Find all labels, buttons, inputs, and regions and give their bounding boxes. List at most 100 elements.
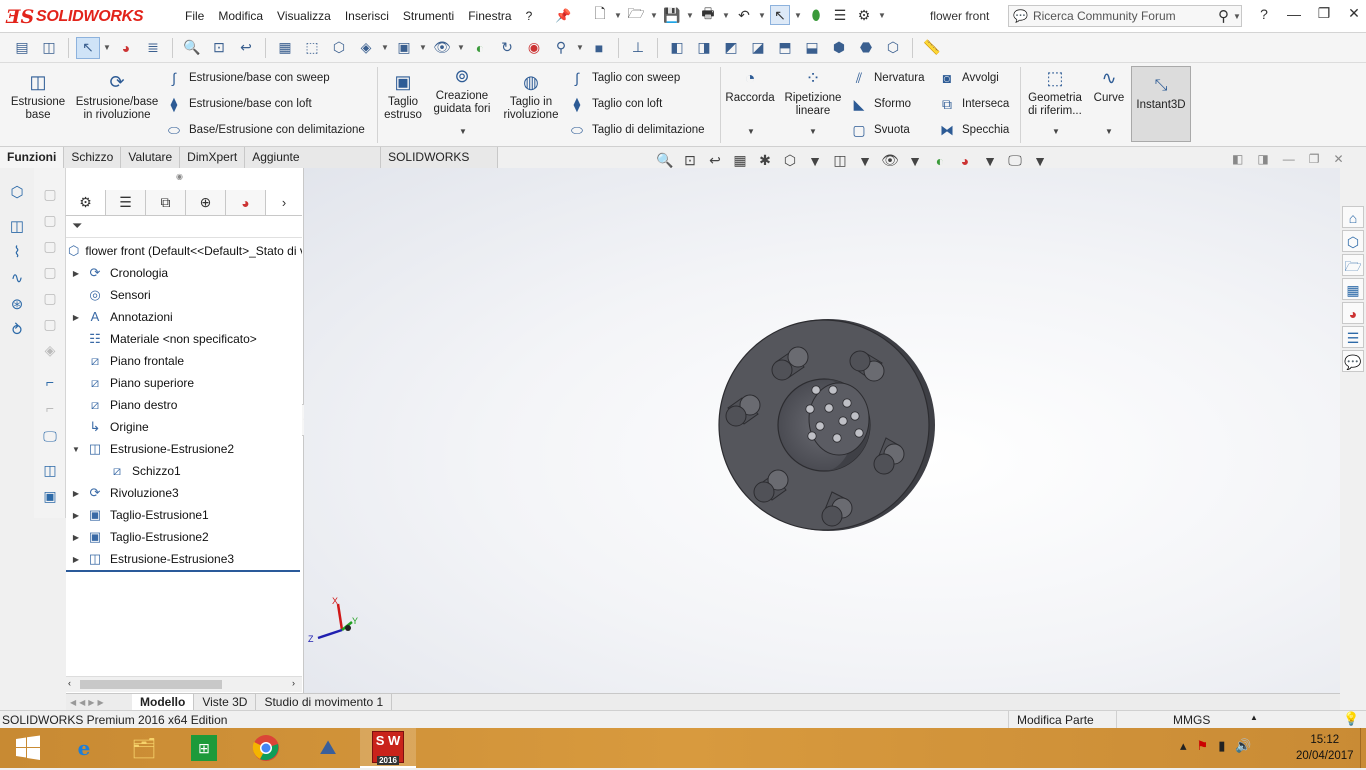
internet-explorer-icon[interactable]: e xyxy=(56,728,112,768)
sketch-toolbar-icon[interactable]: ⬡ xyxy=(6,182,28,204)
search-icon[interactable]: ⚲ xyxy=(1218,7,1229,25)
chrome-icon[interactable] xyxy=(238,728,294,768)
view-bottom-icon[interactable]: ⬓ xyxy=(800,37,824,59)
model-view[interactable] xyxy=(304,168,1340,694)
graphics-area[interactable] xyxy=(304,168,1340,694)
display-dropdown-icon[interactable]: ▼ xyxy=(381,43,389,52)
boss-icon[interactable]: ◫ xyxy=(40,460,60,480)
orient-dropdown-icon[interactable]: ▼ xyxy=(805,153,825,169)
apply-scene-icon[interactable]: ◕ xyxy=(955,153,975,169)
tree-item[interactable]: ▶ ▣ Taglio-Estrusione1 xyxy=(66,504,302,526)
dimxpert-tab-icon[interactable]: ⊕ xyxy=(186,190,226,215)
save-icon[interactable]: 💾 xyxy=(662,5,682,25)
sformo-button[interactable]: ◣ Sformo xyxy=(850,95,911,113)
pattern-dropdown-icon[interactable]: ▼ xyxy=(809,127,817,136)
measure-icon[interactable]: 📏 xyxy=(920,37,944,59)
hide-dropdown-icon[interactable]: ▼ xyxy=(419,43,427,52)
interseca-button[interactable]: ⧉ Interseca xyxy=(938,95,1009,113)
tab-dimxpert[interactable]: DimXpert xyxy=(180,147,246,168)
notification-bulb-icon[interactable]: 💡 xyxy=(1343,711,1359,727)
file-explorer-icon[interactable]: 🗁 xyxy=(1342,254,1364,276)
zoom-fit-icon[interactable]: 🔍 xyxy=(180,37,204,59)
part-icon[interactable]: ◫ xyxy=(6,216,28,238)
tree-item[interactable]: ▶ ▣ Taglio-Estrusione2 xyxy=(66,526,302,548)
sketch-corner-icon[interactable]: ⌐ xyxy=(40,372,60,392)
sweep-button[interactable]: ∫ Estrusione/base con sweep xyxy=(165,69,330,87)
tree-root[interactable]: ⬡ flower front (Default<<Default>_Stato … xyxy=(66,240,302,262)
expand-toggle-icon[interactable]: ▶ xyxy=(66,489,86,498)
scroll-thumb[interactable] xyxy=(80,680,222,689)
annotation-view-icon[interactable]: ✱ xyxy=(755,152,775,169)
hide-items-dropdown-icon[interactable]: ▼ xyxy=(905,153,925,169)
curve-tool-icon[interactable]: ⊛ xyxy=(6,294,28,316)
expand-toggle-icon[interactable]: ▶ xyxy=(66,313,86,322)
menu-inserisci[interactable]: Inserisci xyxy=(338,8,396,24)
tree-horizontal-scrollbar[interactable]: ‹ › xyxy=(66,676,302,692)
taglio-estruso-button[interactable]: ▣ Taglio estruso xyxy=(382,71,424,122)
configuration-tab-icon[interactable]: ⧉ xyxy=(146,190,186,215)
display-style-icon[interactable]: ◈ xyxy=(354,37,378,59)
open-icon[interactable]: 🗁 xyxy=(626,5,646,25)
taglio-rivoluzione-button[interactable]: ◍ Taglio in rivoluzione xyxy=(500,71,562,122)
filter-icon[interactable]: ⏷ xyxy=(72,218,82,233)
solidworks-taskbar-icon[interactable]: S W 2016 xyxy=(360,728,416,768)
file-explorer-taskbar-icon[interactable]: 🗂 xyxy=(116,728,172,768)
view-front-icon[interactable]: ◧ xyxy=(665,37,689,59)
battery-icon[interactable]: ▮ xyxy=(1218,738,1225,754)
edit-appearance-icon[interactable]: 👁 xyxy=(430,37,454,59)
hide-items-icon[interactable]: 👁 xyxy=(880,152,900,169)
tab-funzioni[interactable]: Funzioni xyxy=(0,147,65,168)
display-manager-tab-icon[interactable]: ◕ xyxy=(226,190,266,215)
search-dropdown-icon[interactable]: ▼ xyxy=(1233,12,1241,21)
view-settings-dropdown-icon[interactable]: ▼ xyxy=(1030,153,1050,169)
fillet-dropdown-icon[interactable]: ▼ xyxy=(747,127,755,136)
tree-item[interactable]: ▼ ◫ Estrusione-Estrusione2 xyxy=(66,438,302,460)
more-tabs-icon[interactable]: › xyxy=(266,190,302,215)
section-icon[interactable]: ▦ xyxy=(730,152,750,169)
print-dropdown-icon[interactable]: ▼ xyxy=(722,11,730,20)
nervatura-button[interactable]: ⫽ Nervatura xyxy=(850,69,925,87)
scroll-right-icon[interactable]: › xyxy=(292,678,295,688)
edit-appearance-hud-icon[interactable]: ◐ xyxy=(930,153,950,169)
shaded-cube-icon[interactable]: ■ xyxy=(587,37,611,59)
panel-grip-icon[interactable]: ◉ xyxy=(176,172,183,181)
shadows-icon[interactable]: ⚲ xyxy=(549,37,573,59)
curve-button[interactable]: ∿ Curve xyxy=(1090,67,1128,105)
view-orient-icon[interactable]: ⬡ xyxy=(780,152,800,169)
tree-item[interactable]: ▶ A Annotazioni xyxy=(66,306,302,328)
tab-modello[interactable]: Modello xyxy=(132,694,195,710)
units-caret-icon[interactable]: ▲ xyxy=(1250,713,1258,722)
undo-dropdown-icon[interactable]: ▼ xyxy=(758,11,766,20)
estrusione-base-button[interactable]: ◫ Estrusione base xyxy=(8,71,68,122)
ripetizione-button[interactable]: ⁘ Ripetizione lineare xyxy=(780,67,846,118)
units-selector[interactable]: MMGS xyxy=(1116,711,1266,729)
display-icon[interactable]: 🖵 xyxy=(40,426,60,446)
network-icon[interactable]: ⚑ xyxy=(1197,738,1209,754)
hide-show-icon[interactable]: ▣ xyxy=(392,37,416,59)
geometry-dropdown-icon[interactable]: ▼ xyxy=(1052,127,1060,136)
options-gear-icon[interactable]: ⚙ xyxy=(854,5,874,25)
system-clock[interactable]: 15:12 20/04/2017 xyxy=(1296,732,1354,764)
help-icon[interactable]: ? xyxy=(1254,6,1274,22)
normal-to-icon[interactable]: ⊥ xyxy=(626,37,650,59)
isometric-icon[interactable]: ⬢ xyxy=(827,37,851,59)
community-search-input[interactable]: 💬 Ricerca Community Forum ⚲ ▼ xyxy=(1008,5,1242,27)
appearances-icon[interactable]: ◕ xyxy=(1342,302,1364,324)
filter-bar[interactable]: ⏷ xyxy=(66,218,302,238)
taglio-loft-button[interactable]: ⧫ Taglio con loft xyxy=(568,95,663,113)
dimetric-icon[interactable]: ⬡ xyxy=(881,37,905,59)
pointer-icon[interactable]: ↖ xyxy=(76,36,100,59)
expand-toggle-icon[interactable]: ▼ xyxy=(66,445,86,454)
estrusione-rivoluzione-button[interactable]: ⟳ Estrusione/base in rivoluzione xyxy=(72,71,162,122)
tree-item[interactable]: ▶ ⟳ Cronologia xyxy=(66,262,302,284)
windows-start-icon[interactable] xyxy=(0,728,56,768)
menu-modifica[interactable]: Modifica xyxy=(211,8,270,24)
print-icon[interactable]: 🖶 xyxy=(698,5,718,25)
tree-item[interactable]: ◎ Sensori xyxy=(66,284,302,306)
appearance-icon[interactable]: ◕ xyxy=(114,37,138,59)
select-dropdown-icon[interactable]: ▼ xyxy=(794,11,802,20)
feature-tree-tab-icon[interactable]: ⚙ xyxy=(66,190,106,215)
doc-close-button[interactable]: ✕ xyxy=(1333,152,1343,166)
tree-item[interactable]: ⧄ Schizzo1 xyxy=(66,460,302,482)
menu-strumenti[interactable]: Strumenti xyxy=(396,8,461,24)
